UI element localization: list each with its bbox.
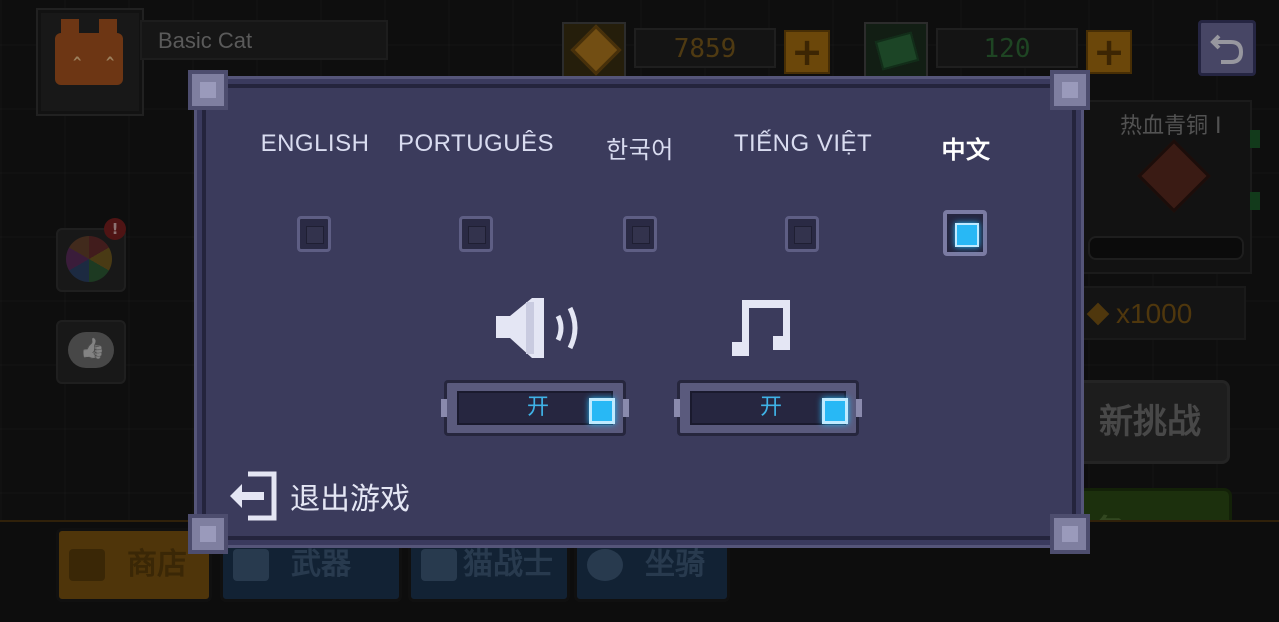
language-label-korean[interactable]: 한국어 [606,130,674,165]
language-radio-chinese[interactable] [943,210,987,256]
toggle-cap [856,399,862,417]
toggle-indicator [822,398,848,424]
language-label-portuguese[interactable]: PORTUGUÊS [398,130,554,158]
language-label-english[interactable]: ENGLISH [261,130,370,158]
exit-door-icon [230,471,277,521]
speaker-icon [496,298,578,358]
frame-corner [188,70,228,110]
music-state-label: 开 [760,395,783,420]
language-radio-english[interactable] [297,216,331,252]
toggle-indicator [589,398,615,424]
sound-state-label: 开 [527,395,550,420]
frame-corner [1050,514,1090,554]
language-radio-korean[interactable] [623,216,657,252]
exit-game-label: 退出游戏 [290,482,410,517]
language-label-chinese[interactable]: 中文 [942,130,991,165]
toggle-cap [623,399,629,417]
frame-corner [188,514,228,554]
toggle-cap [674,399,680,417]
language-radio-portuguese[interactable] [459,216,493,252]
language-label-vietnamese[interactable]: TIẾNG VIỆT [734,130,872,158]
toggle-cap [441,399,447,417]
music-note-icon [732,300,790,356]
frame-corner [1050,70,1090,110]
toggle-track: 开 [690,391,848,425]
toggle-track: 开 [457,391,615,425]
sound-toggle[interactable]: 开 [441,380,629,436]
music-toggle[interactable]: 开 [674,380,862,436]
language-radio-vietnamese[interactable] [785,216,819,252]
